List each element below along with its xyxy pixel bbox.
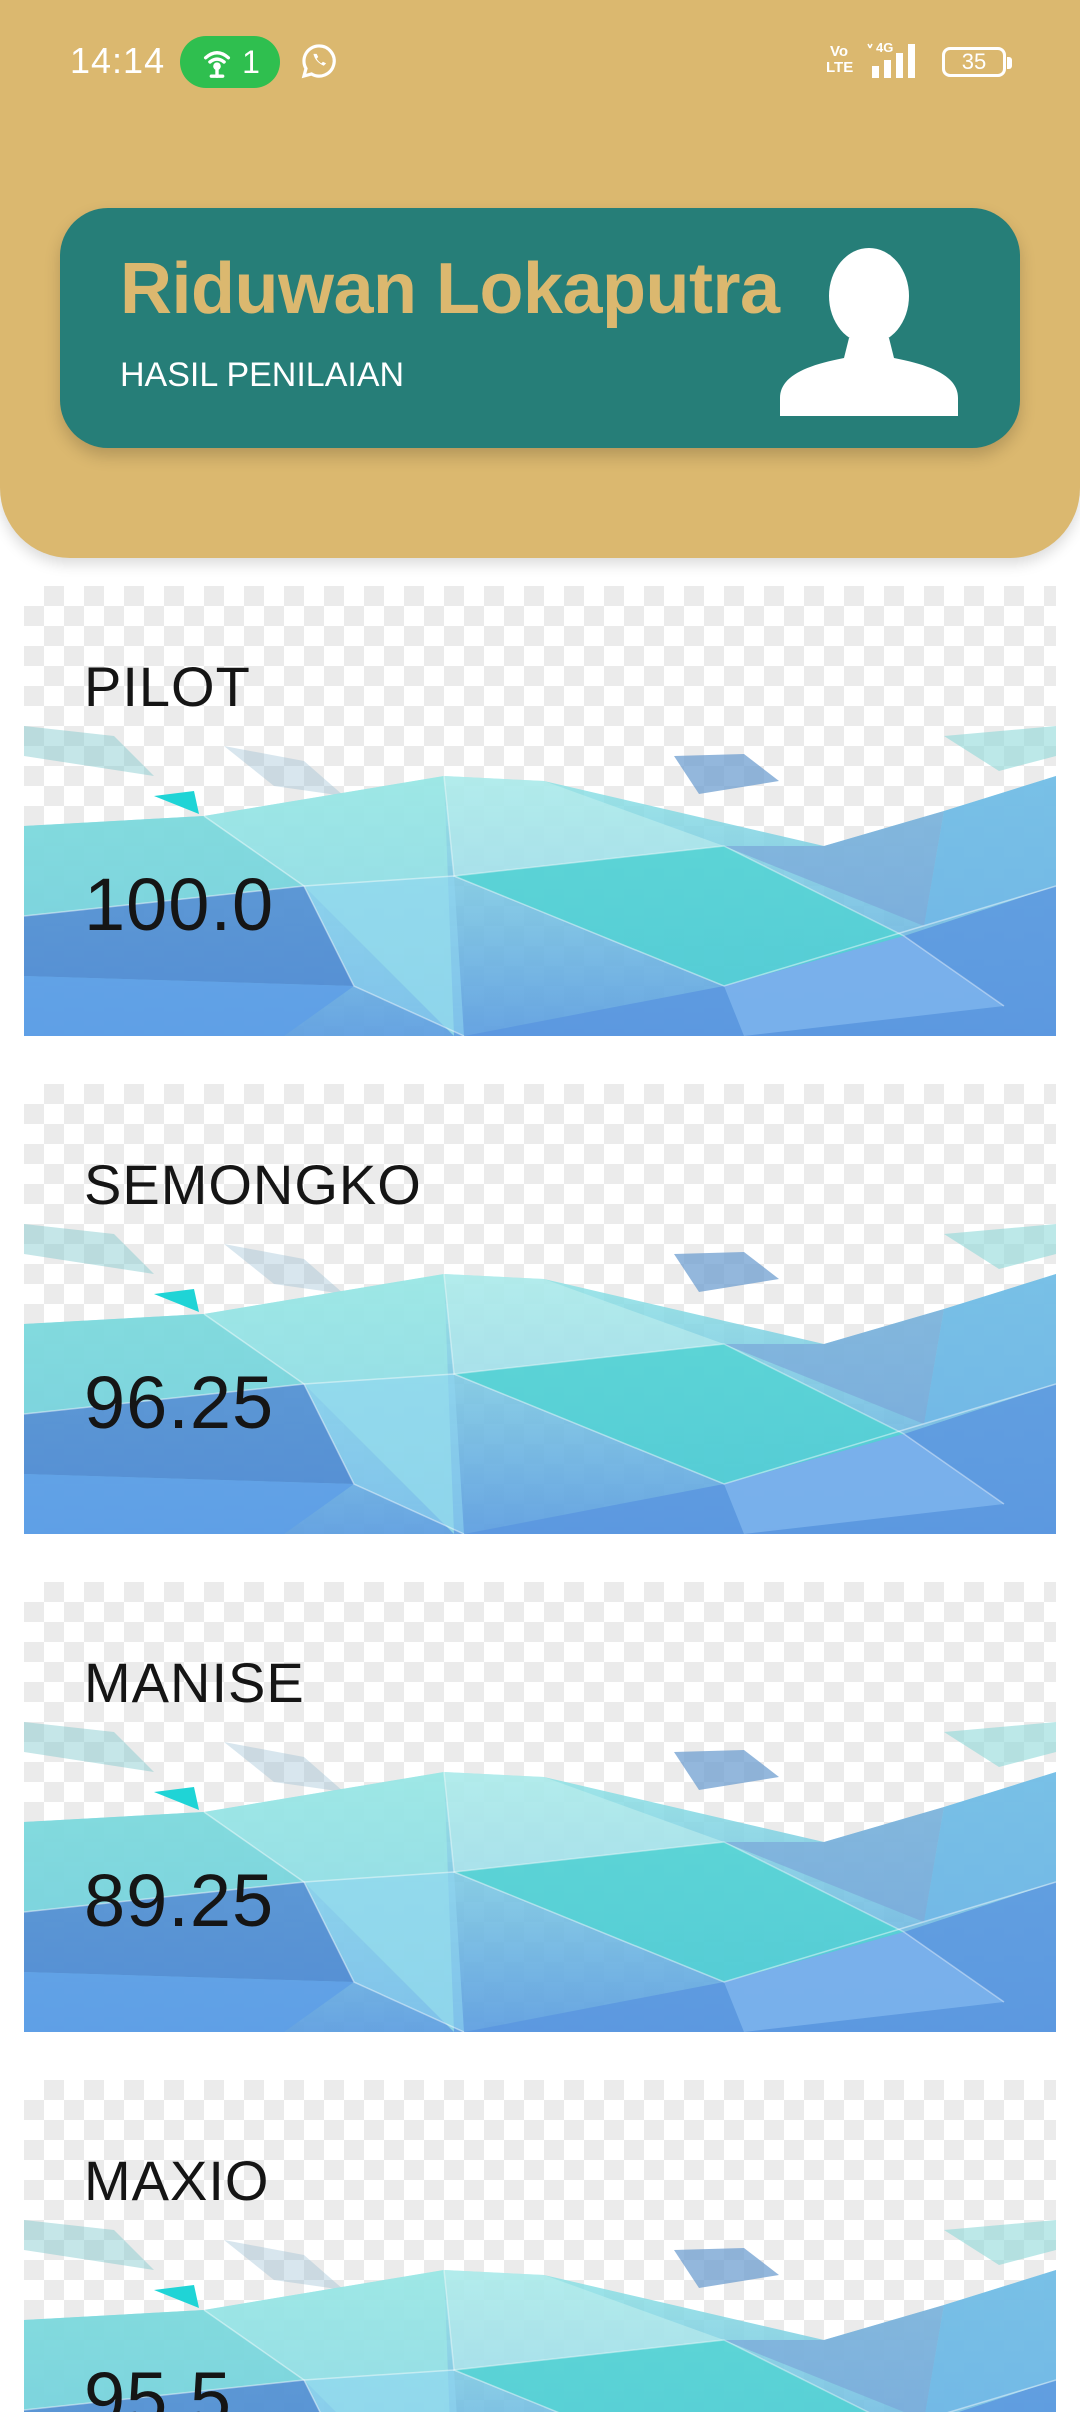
- status-time: 14:14: [70, 40, 166, 81]
- result-card[interactable]: SEMONGKO 96.25: [24, 1084, 1056, 1534]
- result-label: PILOT: [84, 655, 251, 718]
- battery-level: 35: [961, 49, 987, 74]
- battery-icon: 35: [942, 47, 1012, 77]
- result-label: SEMONGKO: [84, 1153, 422, 1216]
- result-score: 95.5: [84, 2357, 233, 2412]
- result-score: 96.25: [84, 1361, 275, 1444]
- hotspot-badge: 1: [180, 36, 280, 88]
- page-subtitle: HASIL PENILAIAN: [120, 356, 405, 394]
- status-bar: 14:14 1 Vo LTE 4G 35: [0, 0, 1080, 124]
- network-label: 4G: [876, 40, 893, 55]
- result-label: MAXIO: [84, 2149, 270, 2212]
- hotspot-count: 1: [242, 43, 260, 80]
- student-name: Riduwan Lokaputra: [120, 249, 780, 329]
- whatsapp-icon: [301, 44, 336, 79]
- result-card[interactable]: MAXIO 95.5: [24, 2080, 1056, 2412]
- result-score: 89.25: [84, 1859, 275, 1942]
- volte-icon: Vo LTE: [826, 43, 854, 76]
- result-card[interactable]: MANISE 89.25: [24, 1582, 1056, 2032]
- signal-icon: 4G: [867, 40, 915, 78]
- result-card[interactable]: PILOT 100.0: [24, 586, 1056, 1036]
- profile-card: Riduwan Lokaputra HASIL PENILAIAN: [60, 208, 1020, 448]
- user-silhouette-icon: [780, 248, 958, 416]
- hotspot-icon: [204, 51, 231, 78]
- result-label: MANISE: [84, 1651, 305, 1714]
- result-score: 100.0: [84, 863, 275, 946]
